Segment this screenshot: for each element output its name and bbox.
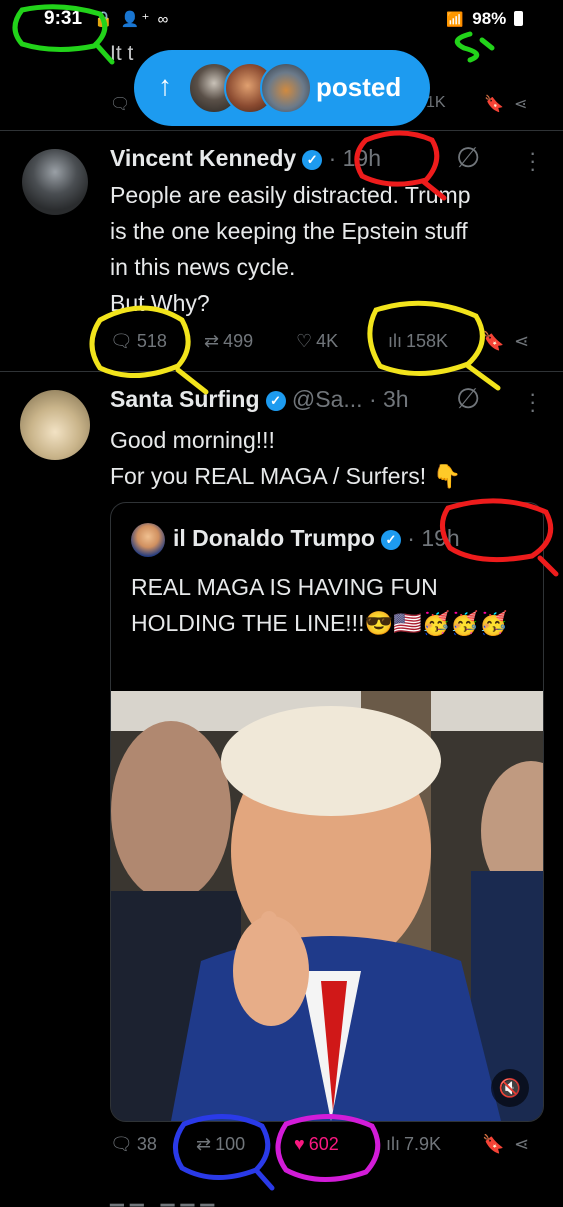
- reply-icon[interactable]: 🗨: [110, 94, 130, 114]
- bookmark-button[interactable]: 🔖: [482, 331, 504, 352]
- tweet[interactable]: Vincent Kennedy ✓ · 19h ∅ · · · People are …: [0, 131, 563, 372]
- video-frame: [111, 691, 543, 1121]
- author-name[interactable]: Vincent Kennedy: [110, 145, 296, 171]
- views-icon: ılı: [388, 331, 403, 351]
- like-button[interactable]: ♥ 602: [294, 1134, 339, 1155]
- clock: 9:31: [44, 8, 83, 29]
- views-icon: ılı: [386, 1134, 401, 1154]
- reply-count: 518: [136, 331, 167, 351]
- more-options-icon[interactable]: · · ·: [529, 142, 536, 180]
- mute-icon[interactable]: 🔇: [491, 1069, 529, 1107]
- tweet-header: Santa Surfing ✓ @Sa... · 3h: [110, 386, 409, 413]
- quoted-timestamp: · 19h: [407, 525, 460, 551]
- bookmark-button[interactable]: 🔖: [482, 1134, 504, 1155]
- views-count: 7.9K: [404, 1134, 442, 1154]
- verified-badge-icon: ✓: [265, 391, 286, 411]
- share-button[interactable]: ⋖: [514, 1134, 529, 1155]
- avatar: [131, 523, 165, 557]
- bookmark-icon[interactable]: 🔖: [484, 94, 504, 114]
- reply-button[interactable]: 🗨 38: [110, 1134, 157, 1155]
- next-tweet-peek: ▁▁ ▁▁▁: [110, 1186, 221, 1206]
- quoted-tweet-text: REAL MAGA IS HAVING FUN HOLDING THE LINE…: [131, 574, 508, 636]
- status-bar: 9:31 🔒 👤⁺ ∞ 📶 98%: [0, 0, 563, 40]
- like-count: 4K: [316, 331, 339, 351]
- wifi-icon: 📶: [446, 11, 464, 27]
- tweet-header: Vincent Kennedy ✓ · 19h: [110, 145, 381, 172]
- notification-icons: 🔒 👤⁺ ∞: [94, 11, 171, 28]
- like-button[interactable]: ♡ 4K: [296, 331, 338, 352]
- battery-percent: 98%: [472, 9, 507, 28]
- heart-icon: ♡: [296, 331, 313, 351]
- reply-icon: 🗨: [110, 1134, 133, 1154]
- like-count: 602: [308, 1134, 339, 1154]
- repost-count: 100: [215, 1134, 246, 1154]
- tweet-actions: 🗨 518 ⇄ 499 ♡ 4K ılı 158K 🔖 ⋖: [110, 331, 540, 363]
- share-button[interactable]: ⋖: [514, 331, 529, 352]
- previous-tweet-text: It t: [110, 42, 134, 65]
- heart-icon: ♥: [294, 1134, 305, 1154]
- quoted-author-name: il Donaldo Trumpo: [173, 525, 375, 551]
- views-button[interactable]: ılı 158K: [388, 331, 448, 352]
- handle-and-timestamp[interactable]: @Sa... · 3h: [292, 386, 409, 412]
- bookmark-icon: 🔖: [482, 1134, 505, 1154]
- repost-icon: ⇄: [204, 331, 220, 351]
- arrow-up-icon: ↑: [158, 70, 172, 101]
- avatar[interactable]: [22, 149, 88, 215]
- share-icon: ⋖: [514, 331, 530, 351]
- system-tray: 📶 98%: [446, 9, 523, 29]
- reply-count: 38: [136, 1134, 157, 1154]
- verified-badge-icon: ✓: [302, 150, 323, 170]
- tweet-actions: 🗨 38 ⇄ 100 ♥ 602 ılı 7.9K 🔖 ⋖: [110, 1134, 540, 1166]
- share-icon: ⋖: [514, 1134, 530, 1154]
- reply-button[interactable]: 🗨 518: [110, 331, 167, 352]
- video-player[interactable]: 🔇: [111, 691, 543, 1121]
- grok-icon[interactable]: ∅: [456, 382, 480, 415]
- new-posts-pill[interactable]: ↑ posted: [134, 50, 430, 126]
- verified-badge-icon: ✓: [380, 530, 401, 550]
- bookmark-icon: 🔖: [482, 331, 505, 351]
- views-count: 158K: [406, 331, 449, 351]
- battery-icon: [514, 11, 523, 26]
- share-icon[interactable]: ⋖: [514, 94, 527, 114]
- posted-label: posted: [316, 72, 402, 102]
- views-button[interactable]: ılı 7.9K: [386, 1134, 441, 1155]
- tweet[interactable]: Santa Surfing ✓ @Sa... · 3h ∅ · · · Good mo…: [0, 372, 563, 1200]
- quoted-tweet-header: il Donaldo Trumpo ✓ · 19h: [173, 525, 460, 552]
- author-name[interactable]: Santa Surfing: [110, 386, 260, 412]
- tweet-text: People are easily distracted. Trump is t…: [110, 182, 471, 316]
- repost-button[interactable]: ⇄ 100: [196, 1134, 245, 1155]
- repost-icon: ⇄: [196, 1134, 212, 1154]
- avatar: [260, 62, 312, 114]
- timestamp[interactable]: · 19h: [329, 145, 381, 171]
- repost-button[interactable]: ⇄ 499: [204, 331, 253, 352]
- quoted-tweet[interactable]: il Donaldo Trumpo ✓ · 19h REAL MAGA IS HA…: [110, 502, 544, 1122]
- repost-count: 499: [223, 331, 254, 351]
- avatar[interactable]: [20, 390, 90, 460]
- more-options-icon[interactable]: · · ·: [529, 383, 536, 421]
- reply-icon: 🗨: [110, 331, 133, 351]
- tweet-text: Good morning!!! For you REAL MAGA / Surf…: [110, 427, 462, 489]
- grok-icon[interactable]: ∅: [456, 141, 480, 174]
